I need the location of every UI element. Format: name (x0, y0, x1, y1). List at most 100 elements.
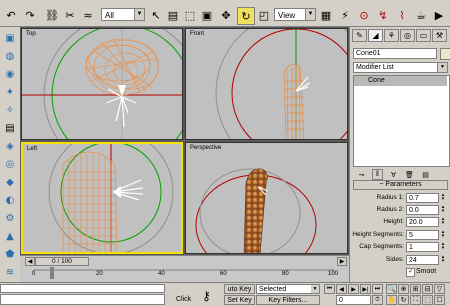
prev-key-icon[interactable]: ◀ (336, 284, 347, 294)
select-icon[interactable]: ↖ (148, 7, 164, 23)
object-name-field[interactable]: Cone01 (353, 48, 437, 59)
object-color-swatch[interactable] (440, 48, 450, 60)
prev-frame-icon[interactable]: ◀ (25, 257, 35, 266)
make-unique-icon[interactable]: ∀ (388, 169, 399, 180)
window-crossing-icon[interactable]: ▣ (199, 7, 215, 23)
viewport-left[interactable]: Left (21, 142, 183, 254)
auto-key-button[interactable]: uto Key (224, 284, 255, 294)
cylinder-icon[interactable]: ◍ (2, 48, 18, 64)
zoom-extents-icon[interactable]: ⊞ (410, 284, 421, 294)
play-icon[interactable]: ▶ (348, 284, 359, 294)
display-tab-icon[interactable]: ▭ (416, 29, 431, 42)
configure-sets-icon[interactable]: ▤ (420, 169, 431, 180)
pyramid-icon[interactable]: ▲ (2, 228, 18, 244)
walkthrough-icon[interactable]: ☐ (434, 295, 445, 305)
current-frame-field[interactable]: 0 (336, 295, 371, 305)
link-icon[interactable]: ⛓ (44, 7, 60, 23)
maximize-viewport-icon[interactable]: ⛶ (410, 295, 421, 305)
wave-icon[interactable]: ≋ (2, 264, 18, 280)
height-segments-field[interactable]: 5 (406, 230, 439, 240)
spinner-icon[interactable]: ▴ ▾ (440, 193, 446, 202)
zoom-icon[interactable]: 🔍 (386, 284, 397, 294)
create-tab-icon[interactable]: ✎ (352, 29, 367, 42)
selection-filter-dropdown[interactable]: All ▼ (101, 8, 145, 21)
top-view-scene (22, 29, 182, 139)
modifier-list-dropdown[interactable]: Modifier List ▼ (353, 62, 448, 73)
go-to-start-icon[interactable]: ⏮ (324, 284, 335, 294)
spinner-icon[interactable]: ▴ ▾ (440, 242, 446, 251)
stack-item-cone[interactable]: Cone (354, 76, 447, 86)
radius2-field[interactable]: 0.0 (406, 205, 439, 215)
render-icon[interactable]: ☕ (413, 7, 429, 23)
bind-space-warp-icon[interactable]: ≈ (80, 7, 96, 23)
sides-field[interactable]: 24 (406, 255, 439, 265)
set-key-button[interactable]: Set Key (224, 295, 255, 305)
parameters-rollout-header[interactable]: − Parameters (353, 180, 448, 190)
viewport-front[interactable]: Front (185, 28, 348, 140)
unlink-icon[interactable]: ✂ (62, 7, 78, 23)
main-toolbar: ↶ ↷ ⛓ ✂ ≈ All ▼ ↖ ▤ ⬚ ▣ ✥ ↻ ◰ View ▼ ▦ ⚡ ⊙… (0, 4, 450, 27)
tick-label: 0 (32, 271, 36, 277)
hierarchy-tab-icon[interactable]: ⚘ (384, 29, 399, 42)
sphere-icon[interactable]: ◉ (2, 66, 18, 82)
grid-icon[interactable]: ▤ (2, 120, 18, 136)
smooth-label: Smoot (416, 268, 437, 275)
trackbar[interactable]: 0 20 40 60 80 100 (20, 266, 349, 282)
align-icon[interactable]: ⊙ (356, 7, 372, 23)
hedra-icon[interactable]: ⬟ (2, 246, 18, 262)
rotate-icon[interactable]: ↻ (237, 7, 255, 25)
key-mode-dropdown[interactable]: Selected ▼ (256, 284, 320, 294)
rect-select-icon[interactable]: ⬚ (182, 7, 198, 23)
teapot-icon[interactable]: ◈ (2, 138, 18, 154)
move-icon[interactable]: ✥ (218, 7, 234, 23)
zoom-all-icon[interactable]: ⊕ (398, 284, 409, 294)
spinner-icon[interactable]: ▴ ▾ (440, 255, 446, 264)
viewport-perspective[interactable]: Perspective (185, 142, 348, 254)
smooth-checkbox[interactable]: ✓ (406, 268, 415, 277)
sun-icon[interactable]: ✦ (2, 84, 18, 100)
modify-tab-icon[interactable]: ◢ (368, 29, 383, 42)
cap-segments-field[interactable]: 1 (406, 242, 439, 252)
spinner-icon[interactable]: ▴ ▾ (440, 217, 446, 226)
tube-icon[interactable]: ◐ (2, 192, 18, 208)
remove-modifier-icon[interactable]: 🗑 (404, 169, 415, 180)
next-key-icon[interactable]: ▶| (360, 284, 371, 294)
radius1-field[interactable]: 0.7 (406, 193, 439, 203)
scale-icon[interactable]: ◰ (256, 7, 272, 23)
redo-icon[interactable]: ↷ (22, 7, 38, 23)
utilities-tab-icon[interactable]: ⚒ (432, 29, 447, 42)
time-config-icon[interactable]: ⏱ (372, 295, 383, 305)
select-by-name-icon[interactable]: ▤ (165, 7, 181, 23)
time-marker[interactable] (50, 267, 54, 279)
plane-icon[interactable]: ◆ (2, 174, 18, 190)
show-end-result-icon[interactable]: ‖ (372, 169, 383, 180)
key-icon[interactable]: ⚷ (202, 289, 211, 303)
pan-icon[interactable]: ✋ (386, 295, 397, 305)
maxscript-listener[interactable] (0, 284, 165, 293)
time-slider-thumb[interactable]: 0 / 100 (35, 257, 89, 266)
zoom-extents-all-icon[interactable]: ⊟ (422, 284, 433, 294)
key-filters-button[interactable]: Key Filters... (256, 295, 320, 305)
curve-editor-icon[interactable]: ⌇ (394, 7, 410, 23)
reference-coord-dropdown[interactable]: View ▼ (274, 8, 316, 21)
arc-rotate-icon[interactable]: ↻ (398, 295, 409, 305)
region-zoom-icon[interactable]: ⬚ (422, 295, 433, 305)
pin-stack-icon[interactable]: ⊸ (356, 169, 367, 180)
star-icon[interactable]: ✧ (2, 102, 18, 118)
undo-icon[interactable]: ↶ (3, 7, 19, 23)
go-to-end-icon[interactable]: ⏭ (372, 284, 383, 294)
viewport-top[interactable]: Top (21, 28, 183, 140)
spinner-icon[interactable]: ▴ ▾ (440, 230, 446, 239)
spinner-icon[interactable]: ▴ ▾ (440, 205, 446, 214)
gear-icon[interactable]: ⚙ (2, 210, 18, 226)
fov-icon[interactable]: ▽ (434, 284, 445, 294)
height-field[interactable]: 20.0 (406, 217, 439, 227)
motion-tab-icon[interactable]: ◎ (400, 29, 415, 42)
torus-icon[interactable]: ◎ (2, 156, 18, 172)
layer-icon[interactable]: ↯ (375, 7, 391, 23)
next-frame-icon[interactable]: ▶ (337, 257, 347, 266)
mirror-icon[interactable]: ⚡ (337, 7, 353, 23)
quick-render-icon[interactable]: ▶ (431, 7, 447, 23)
box-icon[interactable]: ▣ (2, 30, 18, 46)
pivot-icon[interactable]: ▦ (318, 7, 334, 23)
